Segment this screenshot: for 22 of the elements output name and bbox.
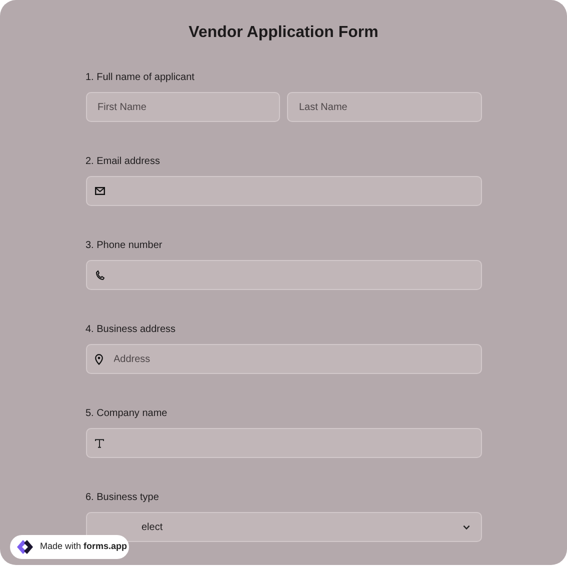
chevron-down-icon [462, 524, 470, 530]
question-label: 2. Email address [86, 156, 161, 168]
logo-icon [16, 539, 34, 555]
address-field[interactable]: Address [86, 344, 482, 374]
email-field[interactable] [86, 176, 482, 206]
envelope-icon [94, 187, 104, 195]
question-label: 5. Company name [86, 408, 168, 420]
form-title: Vendor Application Form [188, 23, 378, 43]
phone-field[interactable] [86, 260, 482, 290]
text-icon [94, 438, 104, 448]
select-field[interactable]: elect [86, 512, 482, 542]
phone-icon [94, 270, 104, 280]
name-field[interactable]: Last Name [287, 92, 482, 122]
text-field[interactable] [86, 428, 482, 458]
question-label: 6. Business type [86, 492, 160, 504]
question-label: 4. Business address [86, 324, 177, 336]
question-label: 1. Full name of applicant [86, 72, 196, 84]
question-label: 3. Phone number [86, 240, 164, 252]
name-field[interactable]: First Name [86, 92, 280, 122]
badge-text: Made with forms.app [40, 540, 128, 554]
made-with-badge[interactable]: Made with forms.app [10, 535, 129, 559]
location-pin-icon [94, 354, 102, 364]
